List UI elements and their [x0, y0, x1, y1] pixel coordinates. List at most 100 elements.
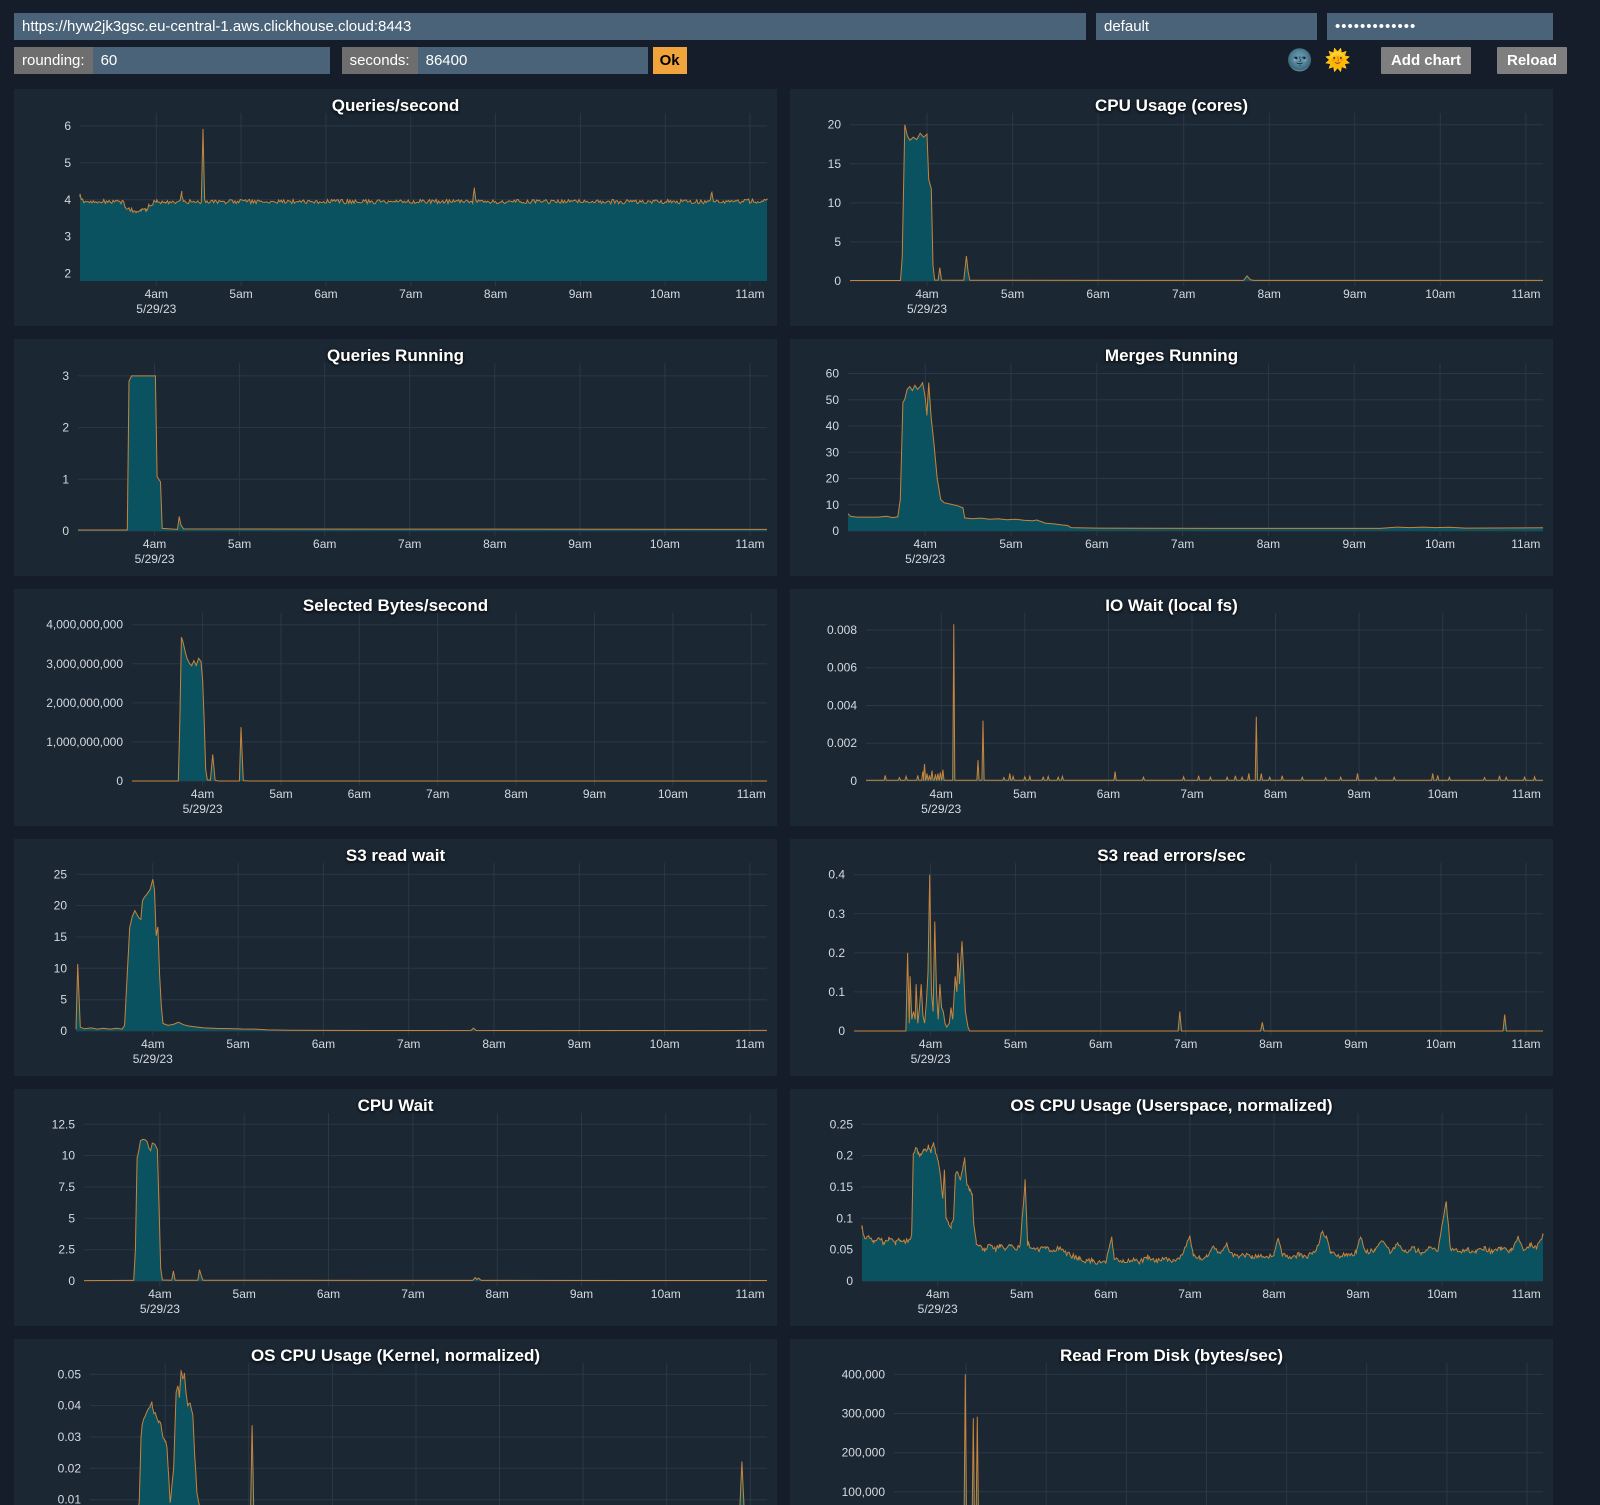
- chart-card-s3-read-wait: S3 read wait 05101520254am5/29/235am6am7…: [14, 839, 777, 1076]
- svg-text:15: 15: [54, 930, 68, 944]
- svg-text:11am: 11am: [1511, 537, 1540, 551]
- svg-text:2: 2: [62, 421, 69, 435]
- svg-text:0.002: 0.002: [827, 736, 857, 750]
- chart-queries-per-second[interactable]: 234564am5/29/235am6am7am8am9am10am11am: [14, 89, 777, 326]
- svg-text:8am: 8am: [486, 1287, 509, 1301]
- svg-text:5am: 5am: [228, 537, 251, 551]
- svg-text:4am: 4am: [145, 287, 168, 301]
- svg-text:8am: 8am: [1259, 1037, 1282, 1051]
- svg-text:400,000: 400,000: [842, 1367, 886, 1381]
- svg-text:0.004: 0.004: [827, 699, 857, 713]
- svg-text:0.03: 0.03: [58, 1430, 82, 1444]
- svg-text:5/29/23: 5/29/23: [135, 552, 175, 566]
- reload-button[interactable]: Reload: [1497, 47, 1567, 74]
- chart-card-queries-running: Queries Running 01234am5/29/235am6am7am8…: [14, 339, 777, 576]
- svg-text:8am: 8am: [1258, 287, 1281, 301]
- svg-text:10am: 10am: [650, 1037, 680, 1051]
- svg-text:2: 2: [64, 267, 71, 281]
- svg-text:7am: 7am: [1172, 287, 1195, 301]
- svg-text:5am: 5am: [233, 1287, 256, 1301]
- svg-text:0: 0: [116, 774, 123, 788]
- svg-text:10am: 10am: [658, 787, 688, 801]
- svg-text:0.3: 0.3: [828, 907, 845, 921]
- svg-text:0: 0: [846, 1274, 853, 1288]
- svg-text:7am: 7am: [1178, 1287, 1201, 1301]
- svg-text:10am: 10am: [651, 1287, 681, 1301]
- svg-text:7am: 7am: [399, 287, 422, 301]
- svg-text:6am: 6am: [317, 1287, 340, 1301]
- chart-io-wait-local-fs[interactable]: 00.0020.0040.0060.0084am5/29/235am6am7am…: [790, 589, 1553, 826]
- svg-text:0.006: 0.006: [827, 661, 857, 675]
- svg-text:10am: 10am: [1425, 287, 1455, 301]
- svg-text:0.4: 0.4: [828, 868, 845, 882]
- chart-queries-running[interactable]: 01234am5/29/235am6am7am8am9am10am11am: [14, 339, 777, 576]
- svg-text:6am: 6am: [1086, 287, 1109, 301]
- rounding-input[interactable]: [93, 47, 330, 74]
- svg-text:9am: 9am: [1347, 787, 1370, 801]
- seconds-input[interactable]: [418, 47, 648, 74]
- svg-text:9am: 9am: [570, 1287, 593, 1301]
- chart-card-selected-bytes: Selected Bytes/second 01,000,000,0002,00…: [14, 589, 777, 826]
- svg-text:5am: 5am: [1010, 1287, 1033, 1301]
- chart-card-io-wait: IO Wait (local fs) 00.0020.0040.0060.008…: [790, 589, 1553, 826]
- chart-os-cpu-usage-kernel[interactable]: 00.010.020.030.040.054am5/29/235am6am7am…: [14, 1339, 777, 1505]
- chart-card-cpu-usage-cores: CPU Usage (cores) 051015204am5/29/235am6…: [790, 89, 1553, 326]
- svg-text:10am: 10am: [650, 537, 680, 551]
- svg-text:0: 0: [60, 1024, 67, 1038]
- svg-text:5am: 5am: [1013, 787, 1036, 801]
- chart-cpu-wait[interactable]: 02.557.51012.54am5/29/235am6am7am8am9am1…: [14, 1089, 777, 1326]
- svg-text:3: 3: [62, 369, 69, 383]
- svg-text:11am: 11am: [1512, 787, 1541, 801]
- svg-text:10am: 10am: [1427, 1287, 1457, 1301]
- svg-text:4am: 4am: [148, 1287, 171, 1301]
- svg-text:6am: 6am: [1094, 1287, 1117, 1301]
- svg-text:4am: 4am: [141, 1037, 164, 1051]
- chart-card-os-cpu-userspace: OS CPU Usage (Userspace, normalized) 00.…: [790, 1089, 1553, 1326]
- svg-text:0: 0: [838, 1024, 845, 1038]
- svg-text:0: 0: [62, 524, 69, 538]
- username-input[interactable]: [1096, 13, 1317, 40]
- password-input[interactable]: [1327, 13, 1553, 40]
- chart-read-from-disk[interactable]: 0100,000200,000300,000400,0004am5/29/235…: [790, 1339, 1553, 1505]
- svg-text:5: 5: [64, 156, 71, 170]
- svg-text:5: 5: [834, 235, 841, 249]
- svg-text:50: 50: [826, 393, 840, 407]
- svg-text:7am: 7am: [1171, 537, 1194, 551]
- chart-selected-bytes-per-second[interactable]: 01,000,000,0002,000,000,0003,000,000,000…: [14, 589, 777, 826]
- svg-text:200,000: 200,000: [842, 1446, 886, 1460]
- chart-s3-read-wait[interactable]: 05101520254am5/29/235am6am7am8am9am10am1…: [14, 839, 777, 1076]
- svg-text:25: 25: [54, 867, 68, 881]
- svg-text:8am: 8am: [482, 1037, 505, 1051]
- svg-text:0: 0: [850, 774, 857, 788]
- svg-text:11am: 11am: [736, 1287, 765, 1301]
- seconds-label: seconds:: [342, 47, 418, 74]
- url-input[interactable]: [14, 13, 1086, 40]
- svg-text:5am: 5am: [999, 537, 1022, 551]
- svg-text:5: 5: [60, 993, 67, 1007]
- svg-text:10: 10: [62, 1149, 76, 1163]
- svg-text:4am: 4am: [919, 1037, 942, 1051]
- topbar: rounding: seconds: Ok 🌚 🌞 Add chart Relo…: [0, 13, 1600, 74]
- svg-text:5/29/23: 5/29/23: [140, 1302, 180, 1316]
- svg-text:20: 20: [826, 472, 840, 486]
- svg-text:0.05: 0.05: [830, 1243, 854, 1257]
- chart-s3-read-errors-per-sec[interactable]: 00.10.20.30.44am5/29/235am6am7am8am9am10…: [790, 839, 1553, 1076]
- params-row: rounding: seconds: Ok 🌚 🌞 Add chart Relo…: [14, 47, 1567, 74]
- svg-text:7am: 7am: [1174, 1037, 1197, 1051]
- ok-button[interactable]: Ok: [653, 47, 687, 74]
- svg-text:0.2: 0.2: [828, 946, 845, 960]
- svg-text:5/29/23: 5/29/23: [183, 802, 223, 816]
- chart-os-cpu-usage-userspace[interactable]: 00.050.10.150.20.254am5/29/235am6am7am8a…: [790, 1089, 1553, 1326]
- svg-text:20: 20: [828, 118, 842, 132]
- svg-text:4am: 4am: [915, 287, 938, 301]
- add-chart-button[interactable]: Add chart: [1381, 47, 1471, 74]
- svg-text:0: 0: [834, 274, 841, 288]
- chart-cpu-usage-cores[interactable]: 051015204am5/29/235am6am7am8am9am10am11a…: [790, 89, 1553, 326]
- svg-text:8am: 8am: [1264, 787, 1287, 801]
- svg-text:6am: 6am: [312, 1037, 335, 1051]
- light-theme-sun-icon[interactable]: 🌞: [1325, 47, 1351, 74]
- dark-theme-moon-icon[interactable]: 🌚: [1287, 47, 1313, 74]
- chart-card-merges-running: Merges Running 01020304050604am5/29/235a…: [790, 339, 1553, 576]
- chart-merges-running[interactable]: 01020304050604am5/29/235am6am7am8am9am10…: [790, 339, 1553, 576]
- svg-text:0.1: 0.1: [828, 985, 845, 999]
